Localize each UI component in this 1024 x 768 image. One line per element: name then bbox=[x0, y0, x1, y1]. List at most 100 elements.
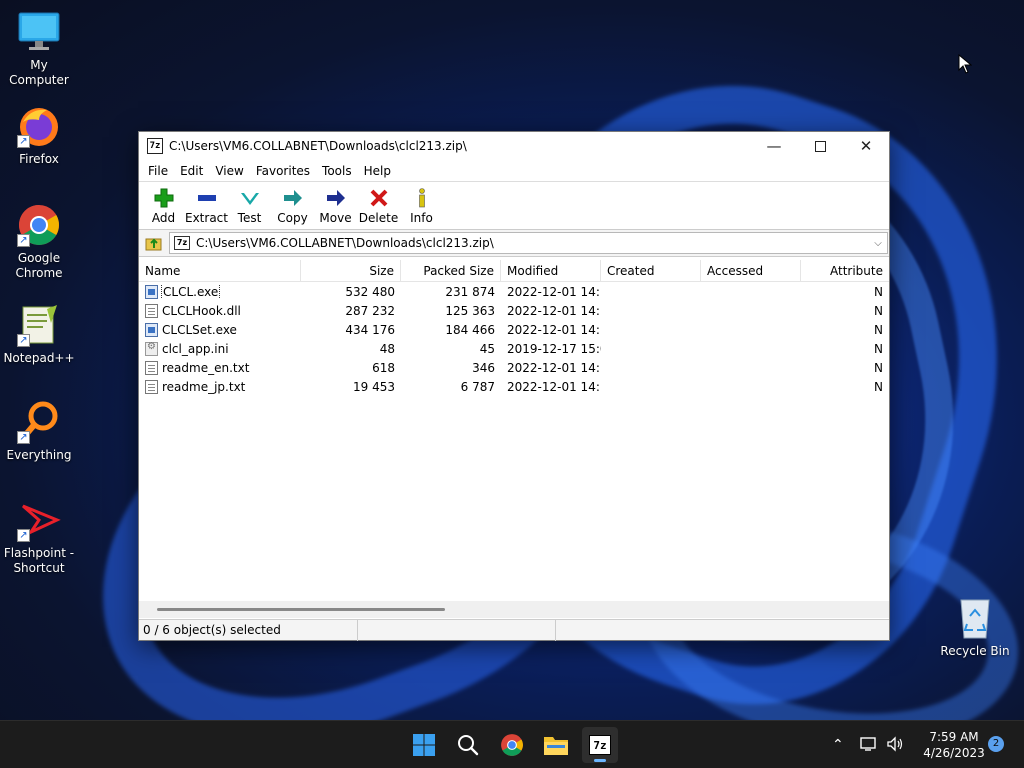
chevron-up-icon[interactable]: ⌃ bbox=[832, 737, 844, 753]
column-header-row: Name Size Packed Size Modified Created A… bbox=[139, 260, 889, 282]
mouse-cursor-icon bbox=[958, 53, 973, 77]
network-icon[interactable] bbox=[860, 736, 878, 755]
flashpoint-icon: ↗ bbox=[17, 498, 61, 542]
column-header-name[interactable]: Name bbox=[139, 260, 301, 281]
search-icon bbox=[458, 735, 479, 756]
file-modified: 2022-12-01 14:16 bbox=[507, 303, 601, 318]
column-header-modified[interactable]: Modified bbox=[501, 260, 601, 281]
info-button[interactable]: Info bbox=[400, 182, 443, 229]
shortcut-arrow-icon: ↗ bbox=[17, 334, 30, 347]
system-tray: ⌃ bbox=[832, 721, 904, 768]
seven-zip-taskbar-icon: 7z bbox=[589, 735, 611, 755]
menu-tools[interactable]: Tools bbox=[316, 164, 358, 178]
info-label: Info bbox=[410, 210, 433, 225]
maximize-button[interactable] bbox=[797, 132, 843, 160]
delete-button[interactable]: Delete bbox=[357, 182, 400, 229]
scrollbar-thumb[interactable] bbox=[157, 608, 445, 611]
column-header-size[interactable]: Size bbox=[301, 260, 401, 281]
status-selection-count: 0 / 6 object(s) selected bbox=[139, 619, 358, 641]
extract-button[interactable]: Extract bbox=[185, 182, 228, 229]
seven-zip-window[interactable]: 7z C:\Users\VM6.COLLABNET\Downloads\clcl… bbox=[138, 131, 890, 641]
file-packed-size: 6 787 bbox=[460, 379, 495, 394]
column-header-created[interactable]: Created bbox=[601, 260, 701, 281]
column-header-attribute[interactable]: Attribute bbox=[801, 260, 889, 281]
table-row[interactable]: CLCLHook.dll 287 232 125 363 2022-12-01 … bbox=[139, 301, 889, 320]
maximize-icon bbox=[814, 140, 826, 152]
notification-badge[interactable]: 2 bbox=[988, 736, 1004, 752]
up-folder-button[interactable] bbox=[139, 231, 169, 256]
add-icon bbox=[154, 188, 173, 207]
desktop-icon-flashpoint[interactable]: ↗ Flashpoint - Shortcut bbox=[0, 498, 78, 576]
file-packed-size: 346 bbox=[472, 360, 495, 375]
move-icon bbox=[326, 189, 345, 206]
taskbar-file-explorer-button[interactable] bbox=[538, 727, 574, 763]
minimize-icon: — bbox=[766, 137, 782, 155]
delete-label: Delete bbox=[358, 210, 399, 225]
column-header-accessed[interactable]: Accessed bbox=[701, 260, 801, 281]
file-attribute: N bbox=[874, 284, 883, 299]
copy-label: Copy bbox=[277, 210, 308, 225]
table-row[interactable]: CLCL.exe 532 480 231 874 2022-12-01 14:1… bbox=[139, 282, 889, 301]
shortcut-arrow-icon: ↗ bbox=[17, 431, 30, 444]
desktop-icon-google-chrome[interactable]: ↗ Google Chrome bbox=[0, 203, 78, 281]
table-row[interactable]: CLCLSet.exe 434 176 184 466 2022-12-01 1… bbox=[139, 320, 889, 339]
menu-view[interactable]: View bbox=[209, 164, 249, 178]
status-bar: 0 / 6 object(s) selected bbox=[139, 619, 889, 641]
desktop-icon-my-computer[interactable]: My Computer bbox=[0, 10, 78, 88]
text-file-icon bbox=[145, 360, 158, 375]
desktop-icon-label: Notepad++ bbox=[3, 351, 75, 365]
desktop-icon-label: Flashpoint - Shortcut bbox=[3, 546, 75, 575]
test-button[interactable]: Test bbox=[228, 182, 271, 229]
menu-favorites[interactable]: Favorites bbox=[250, 164, 316, 178]
clock-time: 7:59 AM bbox=[929, 730, 979, 744]
taskbar-7zip-button[interactable]: 7z bbox=[582, 727, 618, 763]
add-button[interactable]: Add bbox=[142, 182, 185, 229]
file-list[interactable]: Name Size Packed Size Modified Created A… bbox=[139, 260, 889, 600]
menu-file[interactable]: File bbox=[142, 164, 174, 178]
table-row[interactable]: clcl_app.ini 48 45 2019-12-17 15:04 N bbox=[139, 339, 889, 358]
dll-file-icon bbox=[145, 303, 158, 318]
minimize-button[interactable]: — bbox=[751, 132, 797, 160]
desktop-icon-label: Everything bbox=[6, 448, 72, 462]
copy-button[interactable]: Copy bbox=[271, 182, 314, 229]
close-button[interactable]: ✕ bbox=[843, 132, 889, 160]
close-icon: ✕ bbox=[859, 137, 873, 155]
move-button[interactable]: Move bbox=[314, 182, 357, 229]
table-row[interactable]: readme_en.txt 618 346 2022-12-01 14:12 N bbox=[139, 358, 889, 377]
file-attribute: N bbox=[874, 303, 883, 318]
horizontal-scrollbar[interactable] bbox=[139, 601, 889, 618]
taskbar-chrome-button[interactable] bbox=[494, 727, 530, 763]
file-size: 434 176 bbox=[345, 322, 395, 337]
menu-help[interactable]: Help bbox=[358, 164, 397, 178]
file-name: CLCLSet.exe bbox=[162, 322, 237, 337]
file-size: 532 480 bbox=[345, 284, 395, 299]
extract-icon bbox=[197, 194, 216, 201]
address-field[interactable]: 7z C:\Users\VM6.COLLABNET\Downloads\clcl… bbox=[169, 232, 888, 254]
chrome-icon bbox=[501, 734, 523, 756]
folder-icon bbox=[544, 737, 568, 755]
table-row[interactable]: readme_jp.txt 19 453 6 787 2022-12-01 14… bbox=[139, 377, 889, 396]
chevron-down-icon[interactable]: ⌵ bbox=[869, 238, 887, 249]
desktop-icon-recycle-bin[interactable]: Recycle Bin bbox=[936, 596, 1014, 659]
file-modified: 2022-12-01 14:16 bbox=[507, 284, 601, 299]
file-name: readme_jp.txt bbox=[162, 379, 246, 394]
title-bar[interactable]: 7z C:\Users\VM6.COLLABNET\Downloads\clcl… bbox=[139, 132, 889, 160]
extract-label: Extract bbox=[185, 210, 228, 225]
search-button[interactable] bbox=[450, 727, 486, 763]
notepad-plus-plus-icon: ↗ bbox=[17, 303, 61, 347]
exe-file-icon bbox=[145, 322, 158, 337]
desktop-icon-label: Firefox bbox=[19, 152, 59, 166]
magnifier-icon: ↗ bbox=[17, 400, 61, 444]
volume-icon[interactable] bbox=[886, 735, 904, 755]
file-modified: 2022-12-01 14:16 bbox=[507, 322, 601, 337]
file-name: clcl_app.ini bbox=[162, 341, 229, 356]
taskbar-clock[interactable]: 7:59 AM 4/26/2023 bbox=[916, 729, 992, 761]
recycle-bin-icon bbox=[953, 596, 997, 640]
file-packed-size: 184 466 bbox=[445, 322, 495, 337]
start-button[interactable] bbox=[406, 727, 442, 763]
column-header-packed-size[interactable]: Packed Size bbox=[401, 260, 501, 281]
desktop-icon-everything[interactable]: ↗ Everything bbox=[0, 400, 78, 463]
desktop-icon-firefox[interactable]: ↗ Firefox bbox=[0, 104, 78, 167]
desktop-icon-notepad-plus-plus[interactable]: ↗ Notepad++ bbox=[0, 303, 78, 366]
menu-edit[interactable]: Edit bbox=[174, 164, 209, 178]
